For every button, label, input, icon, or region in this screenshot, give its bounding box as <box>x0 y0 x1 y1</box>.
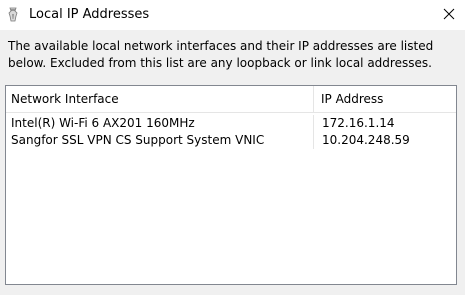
ip-cell: 172.16.1.14 <box>322 116 395 130</box>
ip-cell: 10.204.248.59 <box>322 133 410 147</box>
close-button[interactable] <box>433 0 465 30</box>
list-header: Network Interface IP Address <box>6 86 456 113</box>
title-bar[interactable]: Local IP Addresses <box>0 0 465 30</box>
interfaces-list[interactable]: Network Interface IP Address Intel(R) Wi… <box>5 85 457 285</box>
description-text: The available local network interfaces a… <box>8 38 458 72</box>
close-icon <box>443 8 455 23</box>
interface-cell: Intel(R) Wi-Fi 6 AX201 160MHz <box>6 115 314 132</box>
window-title: Local IP Addresses <box>29 7 150 22</box>
table-row[interactable]: Sangfor SSL VPN CS Support System VNIC 1… <box>6 132 456 149</box>
column-header-network-interface[interactable]: Network Interface <box>6 86 314 112</box>
description-line-2: below. Excluded from this list are any l… <box>8 56 432 70</box>
local-ip-addresses-dialog: Local IP Addresses The available local n… <box>0 0 465 295</box>
description-line-1: The available local network interfaces a… <box>8 39 434 53</box>
interface-cell: Sangfor SSL VPN CS Support System VNIC <box>6 132 314 149</box>
table-row[interactable]: Intel(R) Wi-Fi 6 AX201 160MHz 172.16.1.1… <box>6 115 456 132</box>
column-header-ip-address[interactable]: IP Address <box>314 86 456 112</box>
app-icon <box>8 7 18 23</box>
